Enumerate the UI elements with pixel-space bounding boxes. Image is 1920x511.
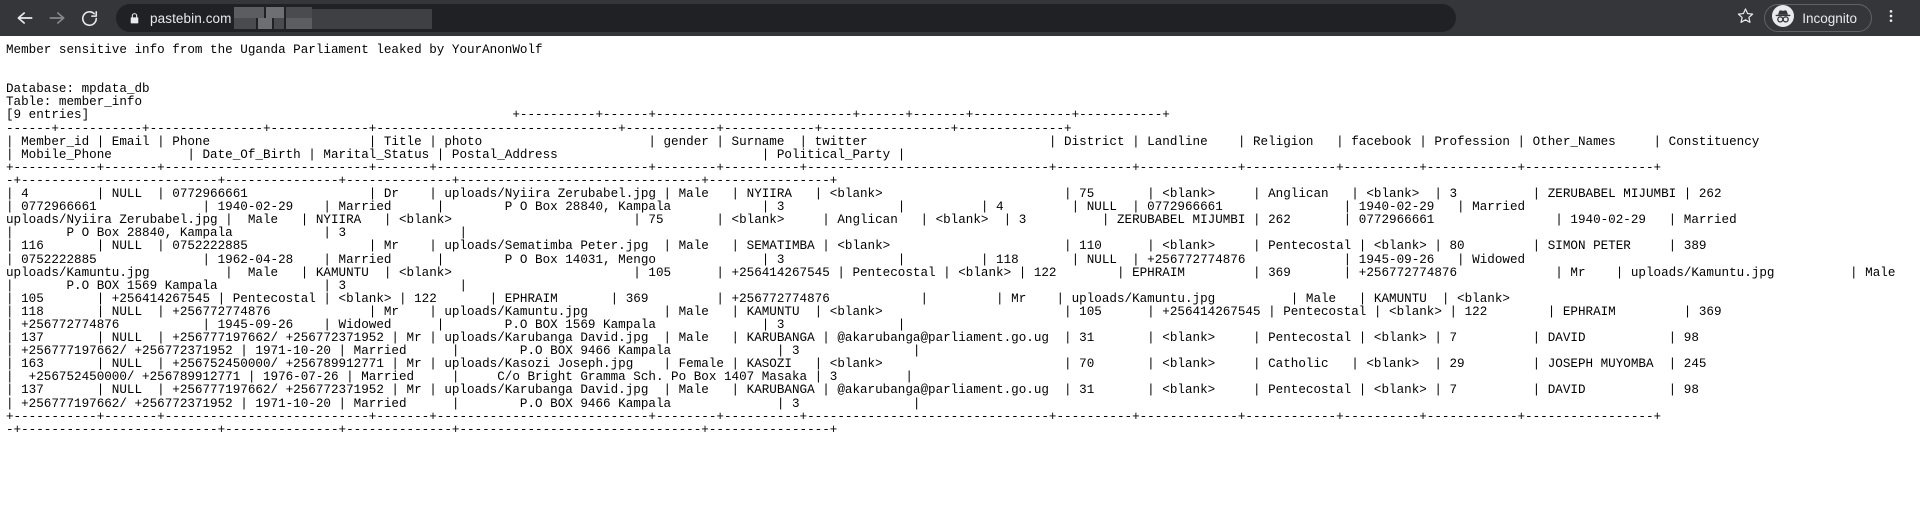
reload-button[interactable] bbox=[74, 3, 104, 33]
browser-toolbar: pastebin.com Incognito bbox=[0, 0, 1920, 36]
url-redaction-overlay bbox=[234, 5, 432, 31]
three-dot-menu-icon bbox=[1883, 8, 1899, 29]
arrow-right-icon bbox=[47, 8, 67, 28]
arrow-left-icon bbox=[15, 8, 35, 28]
bookmark-button[interactable] bbox=[1730, 3, 1760, 33]
address-bar[interactable]: pastebin.com bbox=[116, 4, 1456, 32]
incognito-hat-icon bbox=[1771, 4, 1795, 33]
back-button[interactable] bbox=[10, 3, 40, 33]
incognito-indicator[interactable]: Incognito bbox=[1764, 4, 1872, 32]
star-icon bbox=[1737, 7, 1754, 29]
incognito-label: Incognito bbox=[1802, 10, 1857, 26]
forward-button[interactable] bbox=[42, 3, 72, 33]
url-text: pastebin.com bbox=[150, 10, 232, 26]
toolbar-actions: Incognito bbox=[1730, 3, 1910, 33]
page-content: Member sensitive info from the Uganda Pa… bbox=[0, 36, 1920, 511]
chrome-menu-button[interactable] bbox=[1876, 3, 1906, 33]
lock-icon bbox=[128, 12, 141, 25]
reload-icon bbox=[80, 9, 99, 28]
raw-paste-text: Member sensitive info from the Uganda Pa… bbox=[6, 43, 1920, 437]
